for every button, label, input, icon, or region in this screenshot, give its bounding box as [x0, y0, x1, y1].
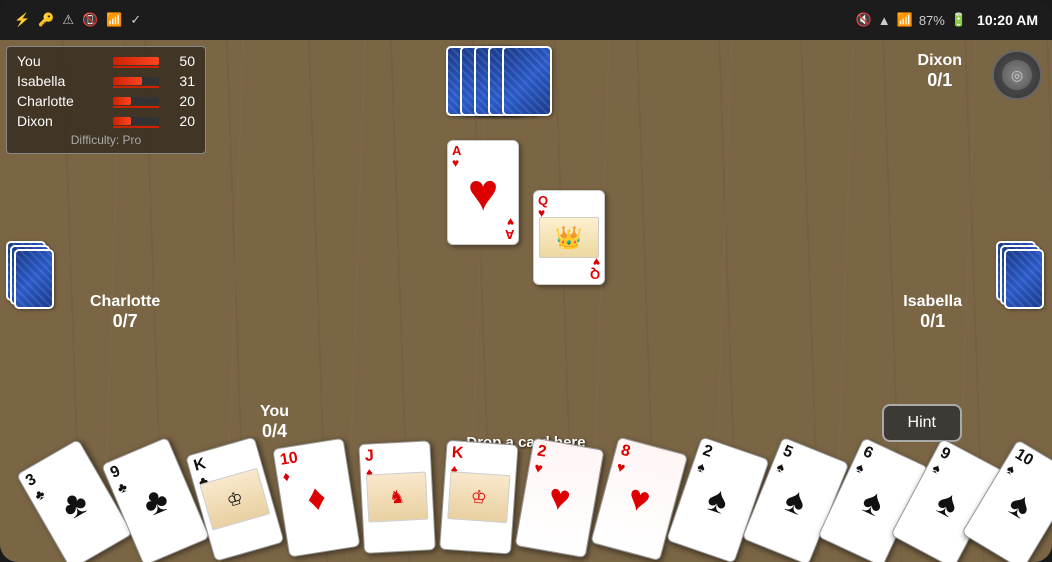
score-value-dixon: 20: [165, 113, 195, 129]
top-deck[interactable]: [446, 46, 606, 116]
score-bar-dixon: [113, 117, 159, 125]
play-area: A ♥ ♥ A ♥ Q ♥ 👑 Q ♥: [447, 140, 605, 285]
hand-area: 3 ♣ ♣ 9 ♣ ♣ K ♣ ♔ 10 ♦ ♦: [46, 442, 1006, 562]
wifi-off-icon: 📵: [82, 12, 98, 28]
isabella-tricks: 0/1: [903, 311, 962, 332]
score-value-you: 50: [165, 53, 195, 69]
score-bar-fill-dixon: [113, 117, 131, 125]
dixon-name: Dixon: [918, 52, 962, 70]
score-panel: You 50 Isabella 31 Charlotte: [6, 46, 206, 154]
battery-percent: 87%: [919, 13, 945, 28]
left-side-deck: [6, 241, 56, 361]
score-value-isabella: 31: [165, 73, 195, 89]
you-score-area: You 0/4: [260, 403, 289, 442]
battery-icon: 🔋: [951, 12, 967, 28]
score-row-charlotte: Charlotte 20: [17, 93, 195, 109]
status-icons-right: 🔇 ▲ 📶 87% 🔋 10:20 AM: [856, 12, 1038, 28]
compass-button[interactable]: ◎: [992, 50, 1042, 100]
you-tricks: 0/4: [260, 421, 289, 442]
isabella-name: Isabella: [903, 293, 962, 311]
right-side-deck: [996, 241, 1046, 361]
status-icons-left: ⚡ 🔑 ⚠ 📵 📶 ✓: [14, 12, 141, 28]
score-bar-isabella: [113, 77, 159, 85]
check-icon: ✓: [130, 12, 141, 28]
hint-button[interactable]: Hint: [882, 404, 962, 442]
dixon-tricks: 0/1: [918, 70, 962, 91]
score-value-charlotte: 20: [165, 93, 195, 109]
usb-icon: ⚡: [14, 12, 30, 28]
score-row-isabella: Isabella 31: [17, 73, 195, 89]
dixon-score-area: Dixon 0/1: [918, 52, 962, 91]
signal-bars-icon: 📶: [897, 12, 913, 28]
score-bar-charlotte: [113, 97, 159, 105]
difficulty-label: Difficulty: Pro: [17, 133, 195, 147]
score-name-isabella: Isabella: [17, 73, 107, 89]
score-bar-fill-isabella: [113, 77, 142, 85]
wifi-icon: 📶: [106, 12, 122, 28]
score-name-dixon: Dixon: [17, 113, 107, 129]
queen-figure: 👑: [539, 217, 599, 258]
hand-card-k-diamonds[interactable]: K ♦ ♔: [439, 440, 518, 555]
hand-card-j-diamonds[interactable]: J ♦ ♞: [358, 440, 436, 554]
played-card-queen[interactable]: Q ♥ 👑 Q ♥: [533, 190, 605, 285]
score-bar-fill-charlotte: [113, 97, 131, 105]
score-name-charlotte: Charlotte: [17, 93, 107, 109]
score-bar-fill-you: [113, 57, 159, 65]
key-icon: 🔑: [38, 12, 54, 28]
clock: 10:20 AM: [977, 12, 1038, 28]
score-bar-you: [113, 57, 159, 65]
charlotte-tricks: 0/7: [90, 311, 160, 332]
charlotte-name: Charlotte: [90, 293, 160, 311]
king-clubs-figure: ♔: [199, 468, 270, 531]
king-diamonds-figure: ♔: [447, 471, 510, 523]
wifi-signal-icon: ▲: [878, 13, 891, 28]
score-name-you: You: [17, 53, 107, 69]
phone-frame: ⚡ 🔑 ⚠ 📵 📶 ✓ 🔇 ▲ 📶 87% 🔋 10:20 AM You: [0, 0, 1052, 562]
played-card-ace-hearts[interactable]: A ♥ ♥ A ♥: [447, 140, 519, 245]
you-name: You: [260, 403, 289, 421]
hand-card-10-diamonds[interactable]: 10 ♦ ♦: [272, 438, 360, 558]
isabella-score-area: Isabella 0/1: [903, 293, 962, 332]
compass-icon: ◎: [1002, 60, 1032, 90]
score-row-you: You 50: [17, 53, 195, 69]
status-bar: ⚡ 🔑 ⚠ 📵 📶 ✓ 🔇 ▲ 📶 87% 🔋 10:20 AM: [0, 0, 1052, 40]
mute-icon: 🔇: [856, 12, 872, 28]
score-row-dixon: Dixon 20: [17, 113, 195, 129]
warning-icon: ⚠: [62, 12, 74, 28]
hand-card-k-clubs[interactable]: K ♣ ♔: [185, 436, 285, 562]
game-area: You 50 Isabella 31 Charlotte: [0, 40, 1052, 562]
charlotte-score-area: Charlotte 0/7: [90, 293, 160, 332]
jack-diamonds-figure: ♞: [366, 472, 428, 523]
deck-card-5: [502, 46, 552, 116]
